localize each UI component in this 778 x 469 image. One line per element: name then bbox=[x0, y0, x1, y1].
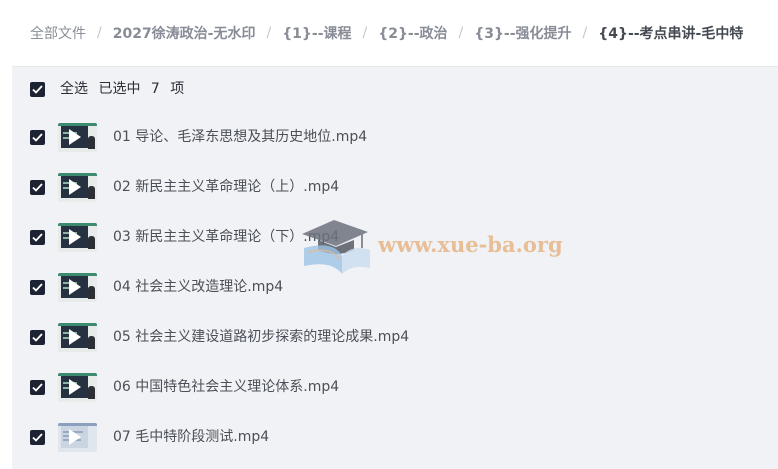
selected-suffix: 项 bbox=[170, 81, 185, 97]
breadcrumb: 全部文件 / 2027徐涛政治-无水印 / {1}--课程 / {2}--政治 … bbox=[12, 0, 778, 66]
file-list-panel: 全选 已选中 7 项 01 导论、毛泽东思想及其历史地位.mp4 02 新民主主… bbox=[12, 66, 778, 469]
breadcrumb-separator: / bbox=[97, 25, 102, 41]
graduation-cap-book-icon bbox=[296, 212, 374, 280]
play-icon bbox=[69, 179, 81, 195]
breadcrumb-item[interactable]: 2027徐涛政治-无水印 bbox=[113, 23, 256, 43]
video-thumbnail[interactable] bbox=[58, 373, 97, 402]
breadcrumb-separator: / bbox=[582, 25, 588, 41]
checkmark-icon bbox=[32, 85, 43, 94]
select-all-label[interactable]: 全选 bbox=[60, 81, 88, 97]
breadcrumb-root[interactable]: 全部文件 bbox=[30, 23, 86, 43]
file-row[interactable]: 06 中国特色社会主义理论体系.mp4 bbox=[12, 362, 778, 412]
file-name[interactable]: 07 毛中特阶段测试.mp4 bbox=[113, 428, 269, 446]
play-icon bbox=[69, 229, 81, 245]
video-thumbnail[interactable] bbox=[58, 123, 97, 152]
checkmark-icon bbox=[32, 333, 43, 342]
video-thumbnail[interactable] bbox=[58, 173, 97, 202]
file-row[interactable]: 04 社会主义改造理论.mp4 bbox=[12, 262, 778, 312]
breadcrumb-separator: / bbox=[362, 25, 368, 41]
file-name[interactable]: 06 中国特色社会主义理论体系.mp4 bbox=[113, 378, 339, 396]
file-checkbox[interactable] bbox=[30, 280, 45, 295]
play-icon bbox=[69, 379, 81, 395]
checkmark-icon bbox=[32, 283, 43, 292]
checkmark-icon bbox=[32, 433, 43, 442]
selected-count: 7 bbox=[150, 81, 160, 97]
file-checkbox[interactable] bbox=[30, 180, 45, 195]
selection-summary: 全选 已选中 7 项 bbox=[60, 80, 190, 98]
checkmark-icon bbox=[32, 233, 43, 242]
file-row[interactable]: 01 导论、毛泽东思想及其历史地位.mp4 bbox=[12, 112, 778, 162]
file-row[interactable]: 07 毛中特阶段测试.mp4 bbox=[12, 412, 778, 462]
play-icon bbox=[69, 129, 81, 145]
breadcrumb-item[interactable]: {1}--课程 bbox=[282, 23, 351, 43]
file-browser: 全部文件 / 2027徐涛政治-无水印 / {1}--课程 / {2}--政治 … bbox=[0, 0, 778, 469]
video-thumbnail[interactable] bbox=[58, 423, 97, 452]
select-all-checkbox[interactable] bbox=[30, 82, 45, 97]
video-thumbnail[interactable] bbox=[58, 273, 97, 302]
checkmark-icon bbox=[32, 133, 43, 142]
file-checkbox[interactable] bbox=[30, 130, 45, 145]
video-thumbnail[interactable] bbox=[58, 323, 97, 352]
file-name[interactable]: 04 社会主义改造理论.mp4 bbox=[113, 278, 283, 296]
file-name[interactable]: 05 社会主义建设道路初步探索的理论成果.mp4 bbox=[113, 328, 409, 346]
file-checkbox[interactable] bbox=[30, 430, 45, 445]
video-thumbnail[interactable] bbox=[58, 223, 97, 252]
file-name[interactable]: 02 新民主主义革命理论（上）.mp4 bbox=[113, 178, 339, 196]
play-icon bbox=[69, 429, 81, 445]
checkmark-icon bbox=[32, 383, 43, 392]
breadcrumb-item[interactable]: {3}--强化提升 bbox=[474, 23, 571, 43]
file-name[interactable]: 01 导论、毛泽东思想及其历史地位.mp4 bbox=[113, 128, 367, 146]
selected-prefix: 已选中 bbox=[98, 81, 141, 97]
breadcrumb-current: {4}--考点串讲-毛中特 bbox=[598, 26, 744, 42]
file-row[interactable]: 05 社会主义建设道路初步探索的理论成果.mp4 bbox=[12, 312, 778, 362]
file-row[interactable]: 02 新民主主义革命理论（上）.mp4 bbox=[12, 162, 778, 212]
file-checkbox[interactable] bbox=[30, 380, 45, 395]
breadcrumb-item[interactable]: {2}--政治 bbox=[378, 23, 447, 43]
play-icon bbox=[69, 279, 81, 295]
breadcrumb-separator: / bbox=[458, 25, 464, 41]
watermark-text: www.xue-ba.org bbox=[378, 232, 563, 257]
file-checkbox[interactable] bbox=[30, 230, 45, 245]
play-icon bbox=[69, 329, 81, 345]
checkmark-icon bbox=[32, 183, 43, 192]
file-checkbox[interactable] bbox=[30, 330, 45, 345]
breadcrumb-separator: / bbox=[266, 25, 272, 41]
